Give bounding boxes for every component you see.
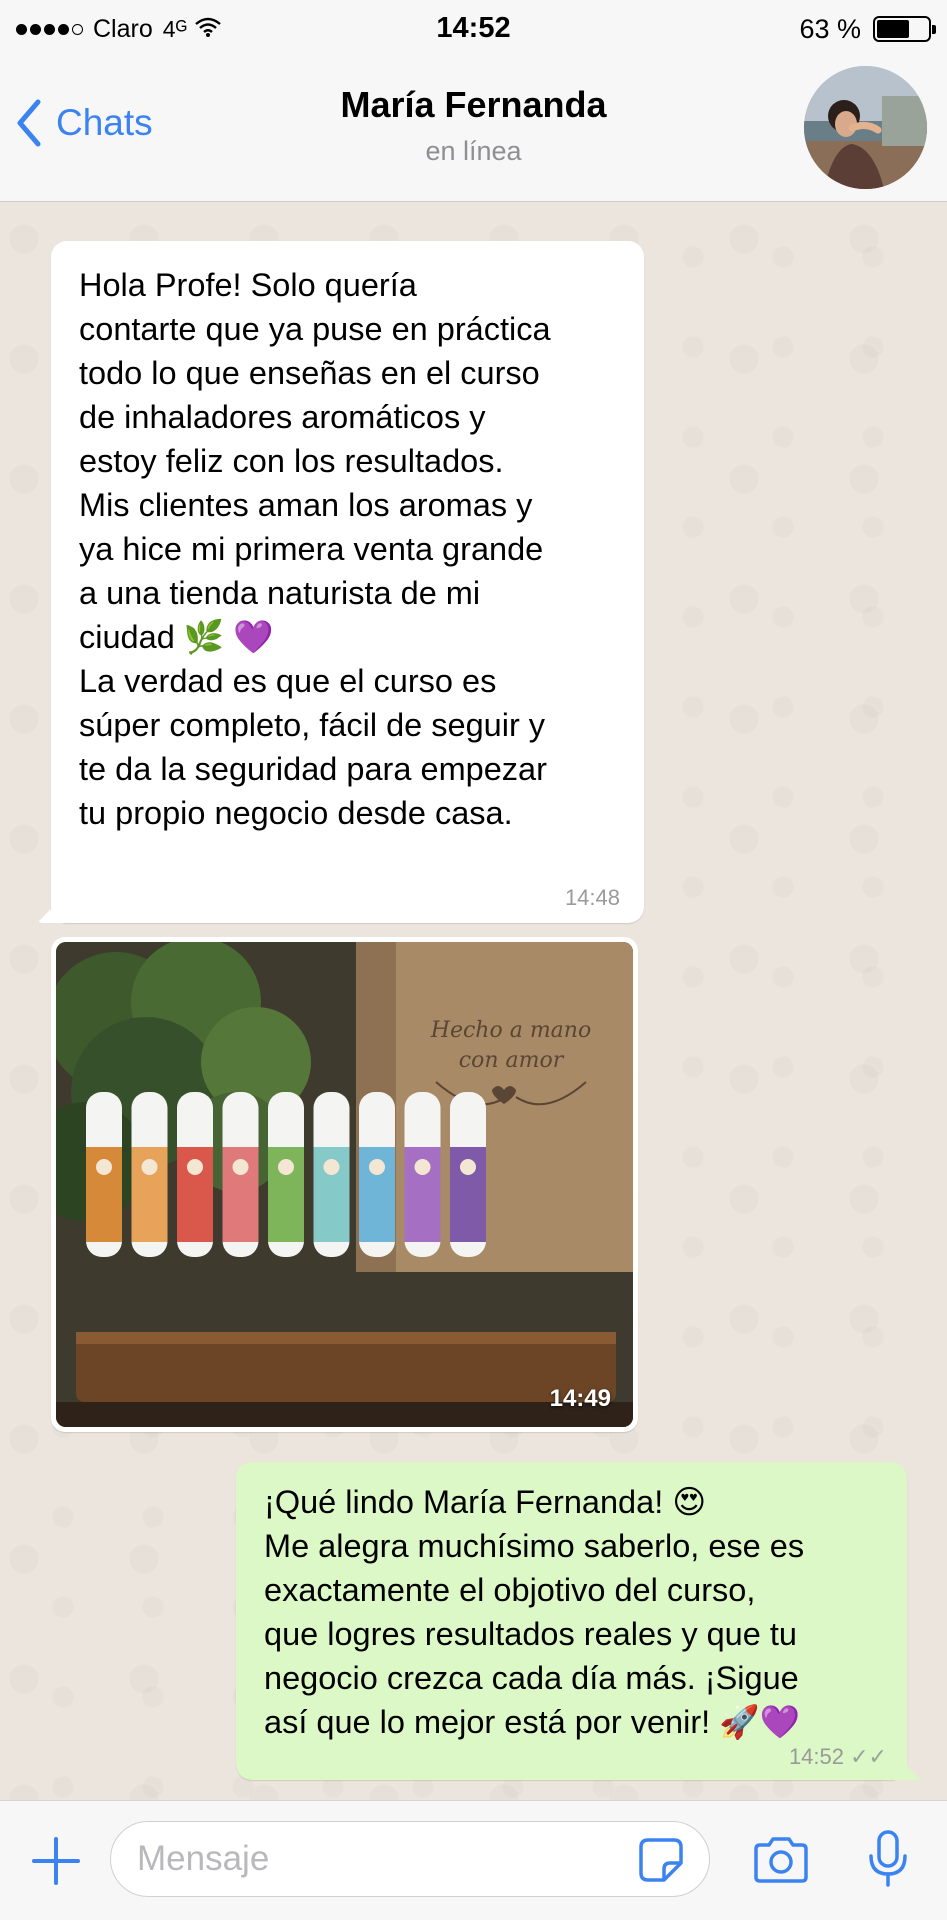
chat-area[interactable]: Hola Profe! Solo quería contarte que ya … [0, 203, 947, 1800]
contact-status: en línea [425, 136, 522, 166]
camera-button[interactable] [752, 1835, 810, 1885]
inhaler-logo [460, 1159, 476, 1175]
camera-icon [754, 1837, 808, 1883]
inhaler-logo [96, 1159, 112, 1175]
message-time: 14:49 [549, 1385, 611, 1412]
back-label: Chats [56, 102, 153, 143]
inhaler-logo [187, 1159, 203, 1175]
message-bubble-incoming[interactable]: Hola Profe! Solo quería contarte que ya … [51, 241, 644, 923]
microphone-icon [869, 1830, 907, 1887]
inhaler-logo [369, 1159, 385, 1175]
battery-percentage: 63 % [799, 13, 861, 44]
contact-info[interactable]: María Fernanda en línea [200, 84, 747, 167]
status-right: 63 % [799, 12, 936, 46]
microphone-button[interactable] [866, 1829, 910, 1889]
message-image-incoming[interactable]: Hecho a mano con amor 14:49 [51, 937, 638, 1432]
purple-heart-emoji: 💜 [233, 619, 274, 655]
input-bar [0, 1800, 947, 1920]
chat-header: Chats María Fernanda en línea [0, 60, 947, 202]
sticker-icon [639, 1838, 683, 1882]
message-time: 14:48 [564, 885, 620, 910]
avatar[interactable] [804, 66, 927, 189]
message-input[interactable] [110, 1821, 710, 1897]
rocket-emoji: 🚀 [719, 1704, 760, 1740]
back-button[interactable]: Chats [16, 95, 153, 151]
message-text: ¡Qué lindo María Fernanda! 😍 Me alegra m… [264, 1484, 805, 1740]
purple-heart-emoji: 💜 [759, 1704, 801, 1740]
status-bar: Claro 4ᴳ 14:52 63 % [0, 0, 947, 60]
plus-icon [32, 1837, 80, 1885]
chevron-left-icon [16, 99, 42, 147]
sticker-button[interactable] [638, 1837, 684, 1883]
contact-name: María Fernanda [340, 84, 607, 125]
message-text: Hola Profe! Solo quería contarte que ya … [79, 267, 551, 831]
heart-eyes-emoji: 😍 [672, 1484, 707, 1520]
box-text-line2: con amor [459, 1048, 565, 1073]
add-attachment-button[interactable] [30, 1835, 82, 1887]
inhaler-logo [232, 1159, 249, 1175]
inhaler-logo [141, 1159, 158, 1175]
inhaler-logo [414, 1159, 431, 1175]
message-bubble-outgoing[interactable]: ¡Qué lindo María Fernanda! 😍 Me alegra m… [236, 1462, 907, 1780]
inhaler-logo [323, 1159, 340, 1175]
product-photo[interactable]: Hecho a mano con amor 14:49 [56, 942, 633, 1427]
inhaler-logo [278, 1159, 294, 1175]
herb-emoji: 🌿 [183, 619, 225, 655]
message-time: 14:52 ✓✓ [788, 1744, 887, 1769]
read-receipt-icon: ✓✓ [850, 1744, 887, 1769]
box-text-line1: Hecho a mano [430, 1018, 591, 1043]
battery-icon [873, 16, 936, 42]
